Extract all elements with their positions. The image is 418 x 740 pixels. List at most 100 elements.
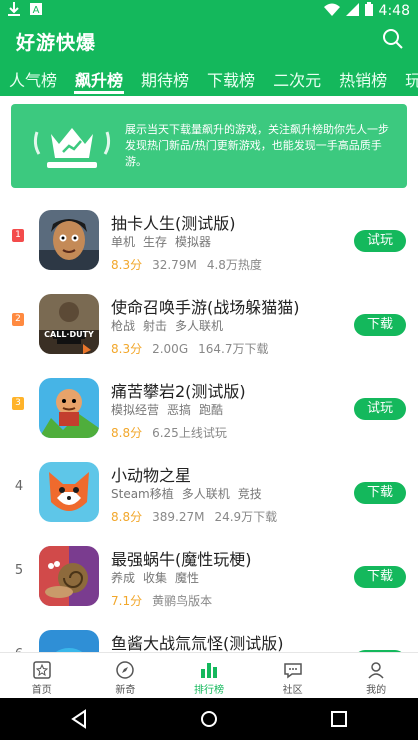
tag: Steam移植: [111, 487, 174, 501]
nav-label: 社区: [282, 685, 303, 696]
game-stat: 24.9万下载: [214, 510, 278, 524]
game-score: 8.8分: [111, 510, 143, 524]
nav-profile[interactable]: 我的: [334, 653, 418, 699]
tag: 射击: [143, 319, 168, 333]
tab-anticipated[interactable]: 期待榜: [132, 58, 198, 96]
game-stat: 黄鹂鸟版本: [152, 594, 213, 608]
try-button[interactable]: 试玩: [354, 398, 406, 420]
rising-chart-banner: 展示当天下载量飙升的游戏，关注飙升榜助你先人一步发现热门新品/热门更新游戏，也能…: [11, 104, 407, 188]
nav-label: 新奇: [115, 685, 136, 696]
recents-icon[interactable]: [329, 709, 349, 729]
game-score: 7.1分: [111, 594, 143, 608]
system-nav-bar: [0, 698, 418, 740]
app-title: 好游快爆: [16, 32, 97, 54]
game-score: 8.8分: [111, 426, 143, 440]
game-tags: 单机 生存 模拟器: [111, 233, 219, 250]
nav-label: 我的: [366, 685, 387, 696]
tag: 模拟器: [175, 235, 212, 249]
game-title[interactable]: 最强蜗牛(魔性玩梗): [111, 546, 252, 570]
search-icon[interactable]: [382, 28, 404, 50]
game-score: 8.3分: [111, 342, 143, 356]
tab-rising[interactable]: 飙升榜: [66, 58, 132, 96]
game-score: 8.3分: [111, 258, 143, 272]
game-size: 32.79M: [152, 258, 197, 272]
rank-badge: 3: [12, 397, 24, 410]
download-icon: [8, 2, 20, 20]
game-title[interactable]: 鱼酱大战氚氚怪(测试版): [111, 630, 284, 652]
try-button[interactable]: 试玩: [354, 230, 406, 252]
game-size: 2.00G: [152, 342, 189, 356]
tag: 多人联机: [175, 319, 224, 333]
rank-badge: 2: [12, 313, 24, 326]
list-item[interactable]: 6 鱼酱大战氚氚怪(测试版) 试玩: [0, 616, 418, 652]
battery-icon: [364, 2, 373, 20]
chat-icon: [283, 663, 302, 679]
fish-monster-icon[interactable]: [39, 630, 99, 652]
download-button[interactable]: 下载: [354, 482, 406, 504]
cartoon-man-icon[interactable]: [39, 210, 99, 270]
game-title[interactable]: 使命召唤手游(战场躲猫猫): [111, 294, 300, 318]
bald-climber-icon[interactable]: [39, 378, 99, 438]
game-title[interactable]: 抽卡人生(测试版): [111, 210, 236, 234]
rank-badge: 1: [12, 229, 24, 242]
game-meta: 8.3分 2.00G 164.7万下载: [111, 340, 268, 357]
tab-bestseller[interactable]: 热销榜: [330, 58, 396, 96]
list-item[interactable]: 1 抽卡人生(测试版) 单机 生存 模拟器 8.3分 32.79M 4.8万热度 试玩: [0, 196, 418, 280]
download-button[interactable]: 下载: [354, 566, 406, 588]
tab-popular[interactable]: 人气榜: [0, 58, 66, 96]
rank-number: 5: [14, 563, 24, 578]
list-item[interactable]: 2 CALL·DUTY 使命召唤手游(战场躲猫猫) 枪战 射击 多人联机 8.3分 2…: [0, 280, 418, 364]
game-meta: 8.8分 389.27M 24.9万下载: [111, 508, 277, 525]
tag: 养成: [111, 571, 136, 585]
app-bar: 好游快爆: [0, 22, 418, 58]
game-size: 389.27M: [152, 510, 205, 524]
game-meta: 8.8分 6.25上线试玩: [111, 424, 227, 441]
crown-trophy-icon: [33, 128, 111, 168]
game-tags: Steam移植 多人联机 竞技: [111, 485, 270, 502]
nav-label: 排行榜: [193, 685, 224, 696]
tag: 魔性: [175, 571, 200, 585]
signal-icon: [345, 2, 359, 20]
tab-more[interactable]: 玩: [396, 58, 418, 96]
game-meta: 7.1分 黄鹂鸟版本: [111, 592, 212, 609]
call-of-duty-icon[interactable]: CALL·DUTY: [39, 294, 99, 354]
status-time: 4:48: [378, 3, 410, 19]
nav-community[interactable]: 社区: [251, 653, 335, 699]
status-bar: A 4:48: [0, 0, 418, 22]
snail-icon[interactable]: [39, 546, 99, 606]
home-icon[interactable]: [199, 709, 219, 729]
bar-chart-icon: [200, 663, 217, 678]
tag: 模拟经营: [111, 403, 160, 417]
wifi-icon: [323, 3, 340, 20]
ranking-tabs: 人气榜 飙升榜 期待榜 下载榜 二次元 热销榜 玩: [0, 58, 418, 96]
tag: 枪战: [111, 319, 136, 333]
tag: 单机: [111, 235, 136, 249]
tag: 收集: [143, 571, 168, 585]
game-meta: 8.3分 32.79M 4.8万热度: [111, 256, 262, 273]
nav-discover[interactable]: 新奇: [84, 653, 168, 699]
download-button[interactable]: 下载: [354, 314, 406, 336]
list-item[interactable]: 5 最强蜗牛(魔性玩梗) 养成 收集 魔性 7.1分 黄鹂鸟版本 下载: [0, 532, 418, 616]
game-stat: 4.8万热度: [206, 258, 262, 272]
svg-text:A: A: [33, 5, 40, 16]
game-tags: 模拟经营 恶搞 跑酷: [111, 401, 231, 418]
list-item[interactable]: 4 小动物之星 Steam移植 多人联机 竞技 8.8分 389.27M 24.9万下载…: [0, 448, 418, 532]
tag: 多人联机: [181, 487, 230, 501]
game-list: 1 抽卡人生(测试版) 单机 生存 模拟器 8.3分 32.79M 4.8万热度 试玩 …: [0, 196, 418, 652]
a-icon: A: [30, 2, 42, 20]
tab-anime[interactable]: 二次元: [264, 58, 330, 96]
back-icon[interactable]: [70, 709, 90, 729]
game-tags: 养成 收集 魔性: [111, 569, 207, 586]
game-title[interactable]: 痛苦攀岩2(测试版): [111, 378, 246, 402]
game-stat: 164.7万下载: [198, 342, 269, 356]
list-item[interactable]: 3 痛苦攀岩2(测试版) 模拟经营 恶搞 跑酷 8.8分 6.25上线试玩 试玩: [0, 364, 418, 448]
nav-ranking[interactable]: 排行榜: [167, 653, 251, 699]
fox-icon[interactable]: [39, 462, 99, 522]
svg-text:CALL·DUTY: CALL·DUTY: [44, 330, 94, 339]
nav-home[interactable]: 首页: [0, 653, 84, 699]
tab-downloads[interactable]: 下载榜: [198, 58, 264, 96]
bottom-nav: 首页 新奇 排行榜 社区 我的: [0, 652, 418, 699]
game-title[interactable]: 小动物之星: [111, 462, 191, 486]
home-star-icon: [33, 661, 51, 679]
nav-label: 首页: [31, 685, 52, 696]
